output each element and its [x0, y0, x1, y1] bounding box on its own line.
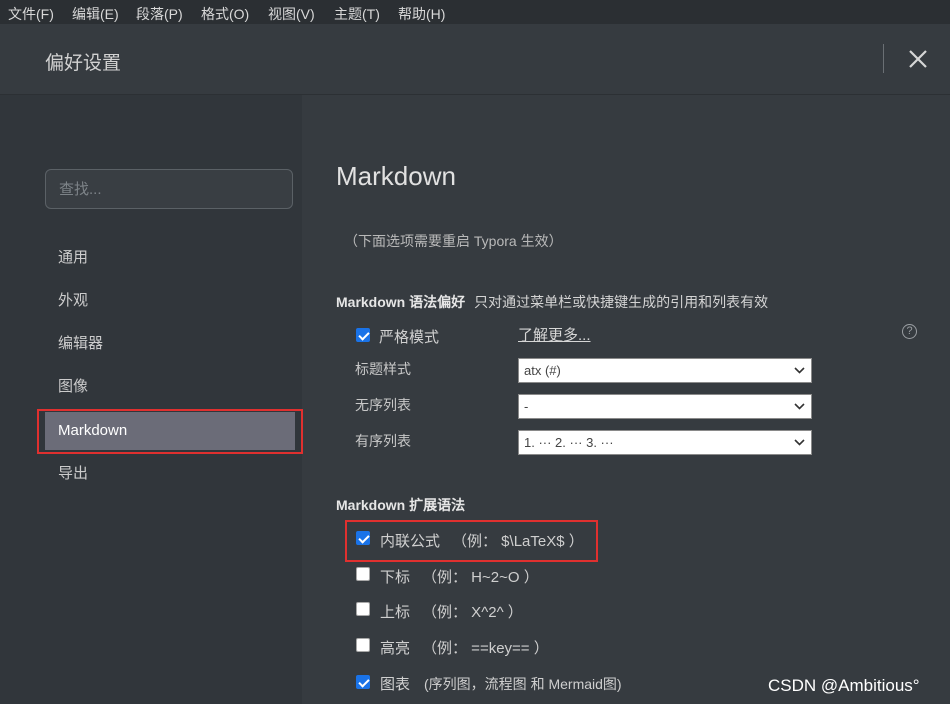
diagrams-checkbox[interactable] — [356, 675, 370, 689]
ordered-list-value: 1. ··· 2. ··· 3. ··· — [524, 435, 614, 450]
heading-style-select[interactable]: atx (#) — [518, 358, 812, 383]
menu-paragraph[interactable]: 段落(P) — [136, 4, 183, 24]
heading-style-value: atx (#) — [524, 363, 561, 378]
sidebar: 通用 外观 编辑器 图像 Markdown 导出 — [0, 95, 302, 704]
dialog-header: 偏好设置 — [0, 24, 950, 95]
subscript-label: 下标 — [380, 569, 411, 586]
search-input[interactable] — [45, 169, 293, 209]
inline-math-label: 内联公式 — [380, 533, 441, 550]
unordered-list-select[interactable]: - — [518, 394, 812, 419]
close-icon — [909, 50, 927, 68]
heading-style-label: 标题样式 — [355, 361, 411, 377]
unordered-list-label: 无序列表 — [355, 397, 411, 413]
subscript-checkbox[interactable] — [356, 567, 370, 581]
syntax-section-description: 只对通过菜单栏或快捷键生成的引用和列表有效 — [474, 294, 769, 310]
subscript-example: （例： H~2~O ） — [422, 569, 539, 586]
inline-math-option: 内联公式 （例： $\LaTeX$ ） — [380, 530, 584, 551]
syntax-section-heading: Markdown 语法偏好 — [336, 294, 466, 310]
chevron-down-icon — [794, 367, 805, 374]
diagrams-example: (序列图，流程图 和 Mermaid图) — [424, 676, 622, 692]
help-icon[interactable]: ? — [902, 324, 917, 339]
settings-content: Markdown （下面选项需要重启 Typora 生效） Markdown 语… — [302, 95, 950, 704]
menu-help[interactable]: 帮助(H) — [398, 4, 445, 24]
close-button[interactable] — [904, 45, 932, 73]
learn-more-link[interactable]: 了解更多... — [518, 324, 591, 345]
diagrams-option: 图表 (序列图，流程图 和 Mermaid图) — [380, 673, 622, 694]
inline-math-example: （例： $\LaTeX$ ） — [452, 533, 584, 550]
sidebar-item-editor[interactable]: 编辑器 — [45, 325, 295, 363]
sidebar-item-appearance[interactable]: 外观 — [45, 282, 295, 320]
page-title: Markdown — [336, 161, 456, 191]
sidebar-item-export[interactable]: 导出 — [45, 455, 295, 493]
strict-mode-label: 严格模式 — [379, 329, 440, 346]
inline-math-checkbox[interactable] — [356, 531, 370, 545]
menu-edit[interactable]: 编辑(E) — [72, 4, 119, 24]
chevron-down-icon — [794, 439, 805, 446]
subscript-option: 下标 （例： H~2~O ） — [380, 566, 539, 587]
superscript-checkbox[interactable] — [356, 602, 370, 616]
highlight-checkbox[interactable] — [356, 638, 370, 652]
sidebar-item-general[interactable]: 通用 — [45, 239, 295, 277]
sidebar-item-image[interactable]: 图像 — [45, 368, 295, 406]
menu-file[interactable]: 文件(F) — [8, 4, 54, 24]
highlight-label: 高亮 — [380, 640, 411, 657]
syntax-section-title: Markdown 语法偏好 只对通过菜单栏或快捷键生成的引用和列表有效 — [336, 292, 768, 312]
restart-note: （下面选项需要重启 Typora 生效） — [344, 233, 563, 249]
strict-mode-checkbox[interactable] — [356, 328, 370, 342]
superscript-example: （例： X^2^ ） — [422, 604, 523, 621]
sidebar-item-markdown[interactable]: Markdown — [45, 412, 295, 450]
header-divider — [883, 44, 884, 73]
diagrams-label: 图表 — [380, 676, 411, 693]
ordered-list-select[interactable]: 1. ··· 2. ··· 3. ··· — [518, 430, 812, 455]
watermark: CSDN @Ambitious° — [768, 676, 920, 695]
superscript-label: 上标 — [380, 604, 411, 621]
unordered-list-value: - — [524, 399, 529, 414]
menu-theme[interactable]: 主题(T) — [334, 4, 380, 24]
dialog-title: 偏好设置 — [45, 53, 122, 74]
extended-section-title: Markdown 扩展语法 — [336, 497, 466, 513]
superscript-option: 上标 （例： X^2^ ） — [380, 601, 523, 622]
chevron-down-icon — [794, 403, 805, 410]
menubar: 文件(F) 编辑(E) 段落(P) 格式(O) 视图(V) 主题(T) 帮助(H… — [0, 0, 950, 24]
ordered-list-label: 有序列表 — [355, 433, 411, 449]
highlight-option: 高亮 （例： ==key== ） — [380, 637, 549, 658]
menu-format[interactable]: 格式(O) — [201, 4, 249, 24]
highlight-example: （例： ==key== ） — [422, 640, 549, 657]
menu-view[interactable]: 视图(V) — [268, 4, 315, 24]
